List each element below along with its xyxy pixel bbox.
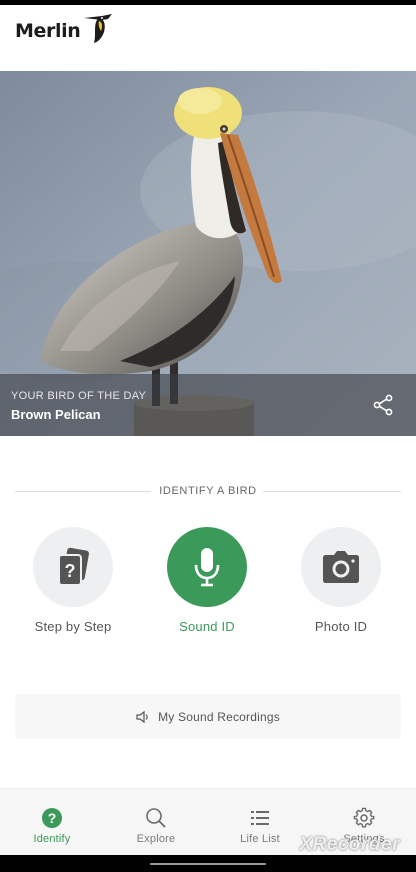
camera-icon (323, 551, 359, 583)
photo-id-button[interactable]: Photo ID (281, 527, 401, 634)
merlin-logo: Merlin (15, 14, 116, 44)
sound-id-circle[interactable] (167, 527, 247, 607)
nav-label-life-list: Life List (240, 833, 280, 845)
my-sound-recordings-button[interactable]: My Sound Recordings (15, 694, 401, 739)
list-icon (251, 811, 269, 825)
question-cards-icon: ? (58, 547, 89, 586)
step-by-step-button[interactable]: ? Step by Step (13, 527, 133, 634)
photo-id-circle[interactable] (301, 527, 381, 607)
step-by-step-circle[interactable]: ? (33, 527, 113, 607)
nav-tab-life-list[interactable]: Life List (208, 789, 312, 855)
photo-id-label: Photo ID (314, 619, 368, 634)
speaker-icon (136, 710, 148, 723)
nav-tab-explore[interactable]: Explore (104, 789, 208, 855)
search-icon (146, 808, 166, 828)
sound-id-button[interactable]: Sound ID (147, 527, 267, 634)
nav-tab-identify[interactable]: ? Identify (0, 789, 104, 855)
app-header: Merlin (0, 5, 416, 71)
gear-icon (353, 807, 375, 828)
bird-of-the-day-kicker: YOUR BIRD OF THE DAY (11, 390, 147, 402)
help-circle-icon: ? (42, 808, 62, 828)
home-indicator[interactable] (150, 863, 266, 865)
share-icon[interactable] (372, 394, 394, 416)
bird-of-the-day-card[interactable]: YOUR BIRD OF THE DAY Brown Pelican (0, 71, 416, 436)
microphone-icon (194, 548, 220, 587)
system-navigation-bar (0, 855, 416, 872)
recorder-watermark: XRecorder (299, 834, 400, 855)
bird-of-the-day-name[interactable]: Brown Pelican (11, 407, 101, 422)
app-screen: Merlin YOUR BIRD OF THE DAY Brown Pelica… (0, 5, 416, 855)
step-by-step-label: Step by Step (34, 619, 112, 634)
svg-text:?: ? (48, 810, 57, 826)
nav-label-explore: Explore (136, 833, 176, 845)
nav-label-identify: Identify (33, 833, 71, 845)
svg-text:?: ? (65, 561, 76, 581)
bird-of-the-day-caption: YOUR BIRD OF THE DAY Brown Pelican (0, 374, 416, 436)
merlin-bird-icon (84, 14, 113, 43)
identify-section-title: IDENTIFY A BIRD (159, 485, 257, 497)
my-sound-recordings-label: My Sound Recordings (158, 709, 280, 724)
logo-text: Merlin (15, 20, 81, 42)
sound-id-label: Sound ID (179, 619, 235, 634)
